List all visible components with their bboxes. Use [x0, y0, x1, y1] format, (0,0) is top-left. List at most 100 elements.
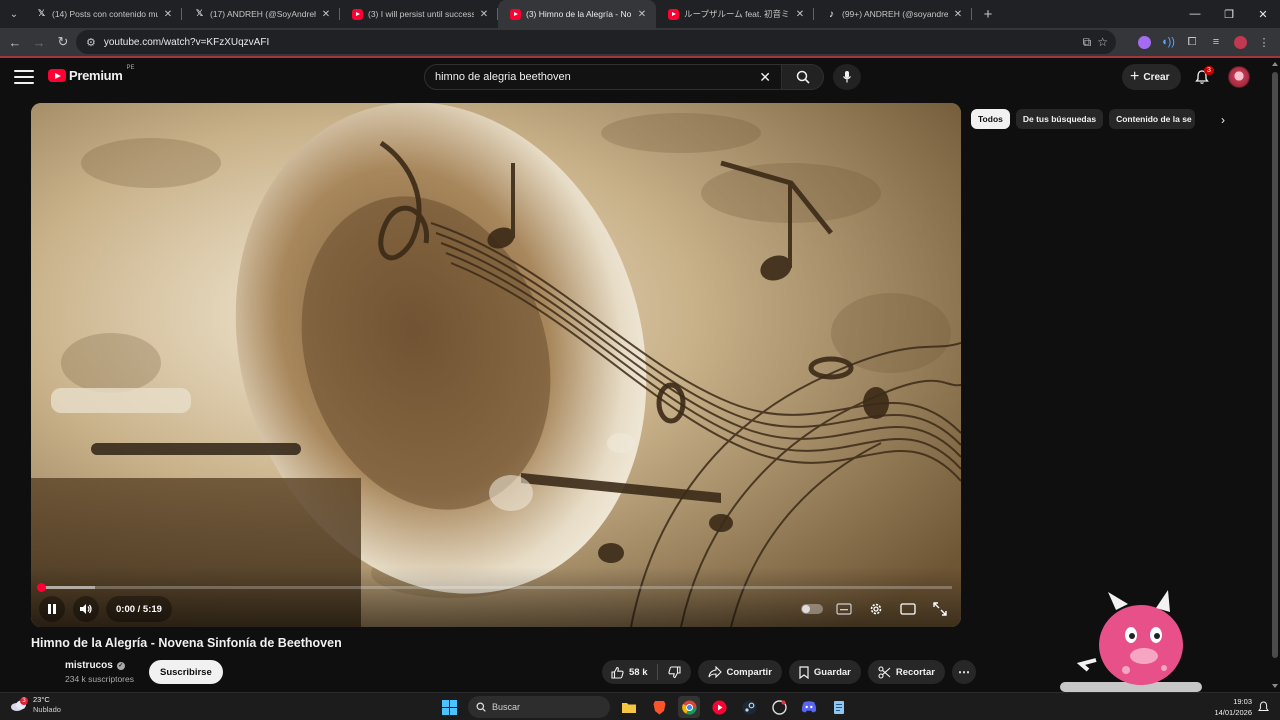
github-desktop-icon[interactable] [768, 696, 790, 718]
address-bar[interactable]: ⚙ youtube.com/watch?v=KFzXUqzvAFI ⧉ ☆ [76, 30, 1116, 54]
subscriber-count: 234 k suscriptores [65, 674, 134, 684]
system-clock[interactable]: 19:03 14/01/2026 [1214, 696, 1252, 718]
chrome-browser-icon[interactable] [678, 696, 700, 718]
video-player[interactable]: 0:00 / 5:19 [31, 103, 961, 627]
brave-browser-icon[interactable] [648, 696, 670, 718]
microphone-icon [843, 71, 851, 83]
voice-search-button[interactable] [833, 64, 861, 90]
volume-button[interactable] [73, 596, 99, 622]
share-icon [707, 666, 722, 678]
bookmark-star-icon[interactable]: ☆ [1097, 35, 1108, 49]
x-logo-icon: 𝕏 [37, 9, 46, 19]
youtube-music-icon[interactable] [708, 696, 730, 718]
chip-contenido[interactable]: Contenido de la se [1109, 109, 1196, 129]
search-input[interactable]: himno de alegria beethoven ✕ [424, 64, 782, 90]
scroll-up-arrow[interactable] [1272, 62, 1278, 66]
right-controls [799, 596, 953, 622]
notifications-button[interactable]: 3 [1189, 64, 1215, 90]
progress-bar[interactable] [36, 583, 952, 592]
channel-name-row[interactable]: mistrucos ✓ [65, 660, 125, 671]
fullscreen-button[interactable] [927, 596, 953, 622]
account-avatar[interactable] [1228, 66, 1250, 88]
pause-button[interactable] [39, 596, 65, 622]
theater-mode-button[interactable] [895, 596, 921, 622]
browser-menu-icon[interactable]: ⋮ [1254, 32, 1274, 52]
theater-mode-icon [900, 603, 916, 615]
chip-todos[interactable]: Todos [971, 109, 1010, 129]
scrollbar-thumb[interactable] [1272, 72, 1278, 658]
clip-button[interactable]: Recortar [867, 660, 945, 684]
close-window-button[interactable]: ✕ [1246, 0, 1280, 28]
create-button[interactable]: + Crear [1122, 64, 1182, 90]
clear-search-icon[interactable]: ✕ [759, 69, 771, 86]
close-tab-icon[interactable]: ✕ [794, 9, 806, 20]
youtube-premium-logo[interactable]: Premium PE [48, 65, 135, 83]
tab-search-button[interactable]: ⌄ [4, 4, 24, 24]
close-tab-icon[interactable]: ✕ [162, 9, 174, 20]
browser-tab[interactable]: ループザルーム feat. 初音ミク / "Loo ✕ [656, 0, 814, 28]
media-controls-icon[interactable]: ≡ [1206, 32, 1226, 52]
windows-taskbar: 3 23°C Nublado Buscar 19:03 14/01/2026 [0, 692, 1280, 720]
save-button[interactable]: Guardar [788, 660, 861, 684]
tiktok-logo-icon: ♪ [829, 8, 834, 20]
notification-center-icon[interactable] [1258, 701, 1270, 713]
taskbar-search[interactable]: Buscar [468, 696, 610, 718]
captions-icon [836, 603, 852, 615]
channel-name[interactable]: mistrucos [65, 660, 113, 671]
discord-icon[interactable] [798, 696, 820, 718]
search-button[interactable] [782, 64, 824, 90]
weather-description: Nublado [33, 705, 61, 714]
weather-widget[interactable]: 3 23°C Nublado [10, 695, 61, 715]
new-tab-button[interactable]: + [976, 2, 1000, 26]
logo-text: Premium [69, 68, 123, 83]
autoplay-toggle-icon [801, 604, 823, 614]
file-explorer-icon[interactable] [618, 696, 640, 718]
autoplay-toggle[interactable] [799, 596, 825, 622]
close-tab-icon[interactable]: ✕ [320, 9, 332, 20]
extension-purple-icon[interactable] [1134, 32, 1154, 52]
share-button[interactable]: Compartir [697, 660, 782, 684]
scroll-down-arrow[interactable] [1272, 684, 1278, 688]
browser-tab[interactable]: 𝕏 (14) Posts con contenido multim ✕ [24, 0, 182, 28]
minimize-button[interactable]: — [1178, 0, 1212, 28]
install-app-icon[interactable]: ⧉ [1083, 35, 1092, 50]
taskbar-search-placeholder: Buscar [492, 702, 521, 712]
site-info-icon[interactable]: ⚙ [86, 36, 96, 49]
captions-button[interactable] [831, 596, 857, 622]
back-button[interactable]: ← [3, 30, 27, 54]
chevron-right-icon[interactable]: › [1213, 110, 1233, 130]
close-tab-icon[interactable]: ✕ [636, 9, 648, 20]
scissors-icon [878, 665, 891, 679]
channel-avatar[interactable] [31, 660, 57, 686]
profile-avatar-icon[interactable] [1230, 32, 1250, 52]
close-tab-icon[interactable]: ✕ [952, 9, 964, 20]
page-scrollbar[interactable] [1270, 58, 1280, 692]
search-icon [796, 70, 810, 84]
subscribe-button[interactable]: Suscribirse [149, 660, 223, 684]
steam-icon[interactable] [738, 696, 760, 718]
extension-audio-icon[interactable]: ◖)) [1158, 32, 1178, 52]
restore-button[interactable]: ❐ [1212, 0, 1246, 28]
forward-button[interactable]: → [27, 30, 51, 54]
video-frame [31, 103, 961, 627]
more-actions-button[interactable]: ⋯ [951, 660, 976, 684]
plus-icon: + [1130, 68, 1140, 85]
bookmark-icon [799, 665, 809, 679]
weather-badge: 3 [20, 697, 28, 705]
menu-hamburger-icon[interactable] [14, 68, 34, 86]
close-tab-icon[interactable]: ✕ [478, 9, 490, 20]
progress-scrubber[interactable] [36, 583, 46, 592]
dislike-button[interactable] [658, 660, 691, 684]
reload-button[interactable]: ↻ [51, 30, 75, 54]
extensions-puzzle-icon[interactable]: ⧠ [1182, 32, 1202, 52]
browser-tab[interactable]: 𝕏 (17) ANDREH (@SoyAndreh) / X ✕ [182, 0, 340, 28]
browser-tab[interactable]: ♪ (99+) ANDREH (@soyandreh) | T ✕ [814, 0, 972, 28]
windows-start-icon[interactable] [438, 696, 460, 718]
chip-de-tus-busquedas[interactable]: De tus búsquedas [1015, 109, 1104, 129]
settings-button[interactable] [863, 596, 889, 622]
notepad-icon[interactable] [828, 696, 850, 718]
browser-tab[interactable]: (3) I will persist until success. / X ✕ [340, 0, 498, 28]
browser-tab[interactable]: (3) Himno de la Alegría - No ✕ [498, 0, 656, 28]
search-icon [476, 702, 486, 712]
like-button[interactable]: 58 k [602, 664, 658, 680]
